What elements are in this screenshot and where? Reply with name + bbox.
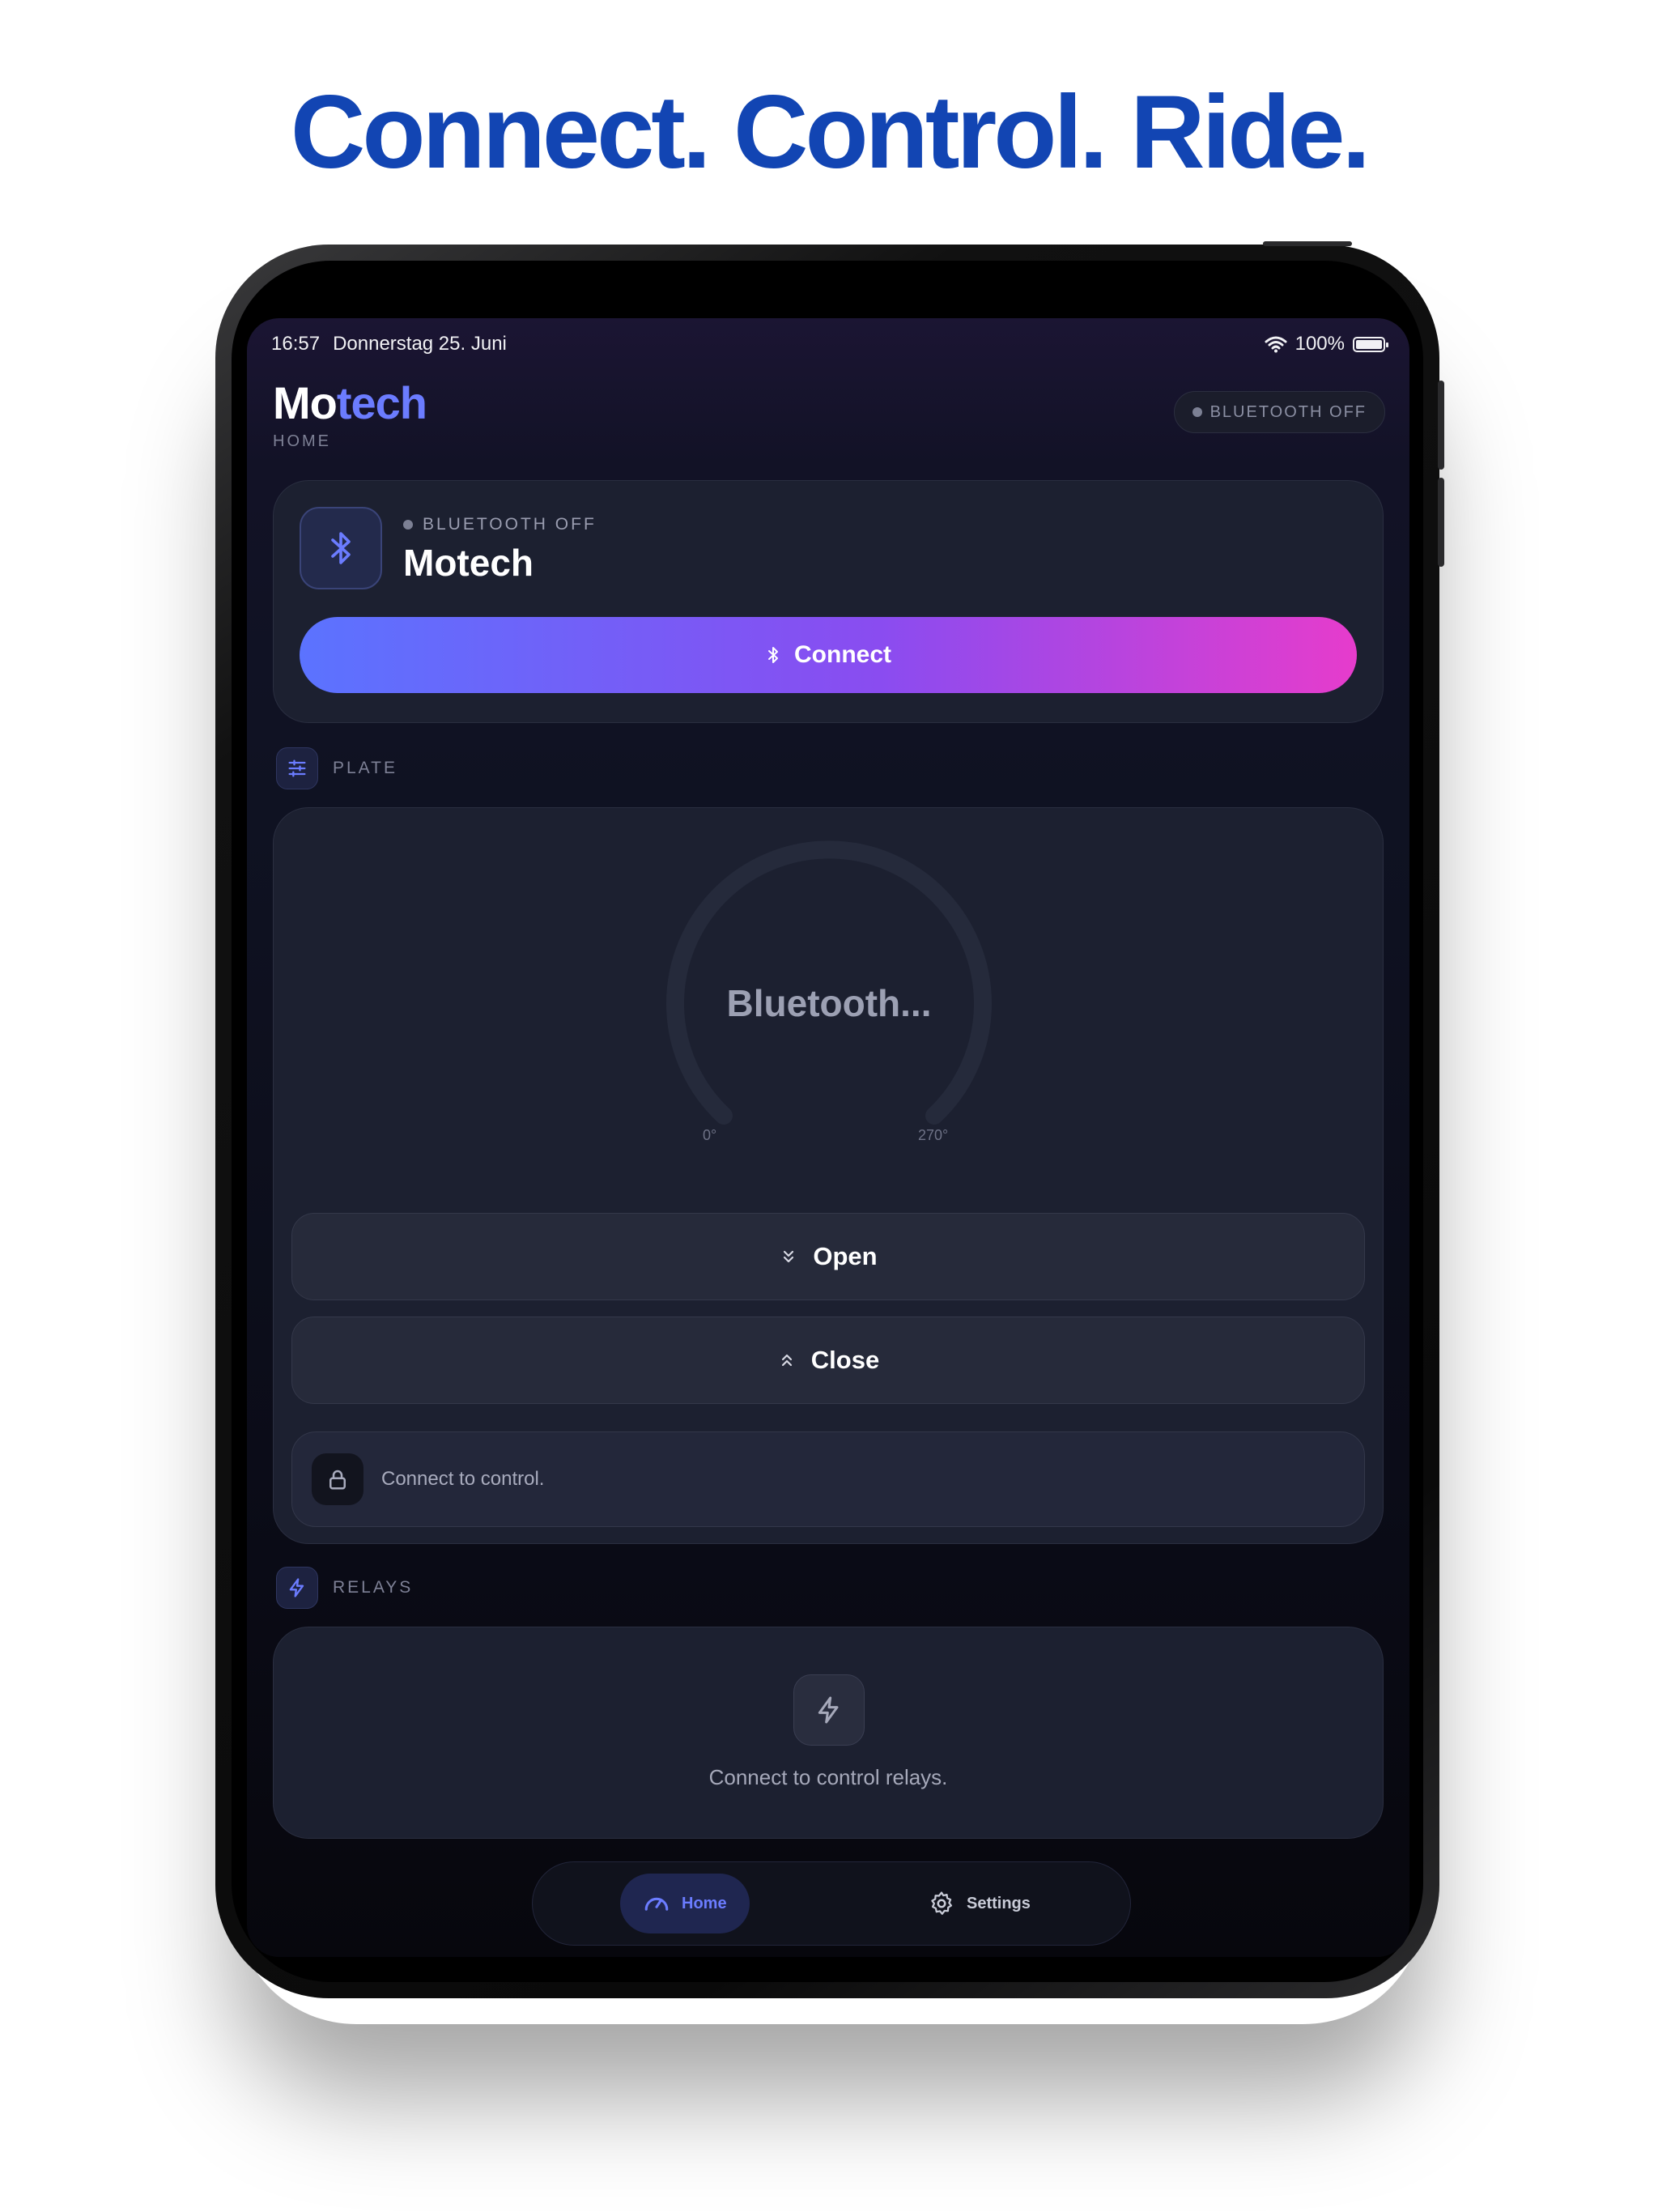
open-button-label: Open [813, 1242, 878, 1270]
status-time: 16:57 [271, 333, 321, 355]
gauge-max-label: 270° [918, 1127, 949, 1143]
device-status-text: BLUETOOTH OFF [423, 515, 597, 534]
lock-icon [312, 1453, 363, 1505]
chevrons-down-icon [784, 1250, 794, 1263]
relays-card: Connect to control relays. [273, 1627, 1384, 1839]
gauge-min-label: 0° [703, 1127, 717, 1143]
status-bar: 16:57 Donnerstag 25. Juni 100% [271, 330, 1388, 359]
bluetooth-icon [300, 507, 382, 589]
app-title-part1: Mo [273, 377, 338, 428]
lock-notice: Connect to control. [291, 1431, 1365, 1527]
app-header: Motech HOME [273, 376, 427, 451]
battery-percent: 100% [1295, 333, 1345, 355]
lock-message: Connect to control. [381, 1468, 545, 1490]
connect-button[interactable]: Connect [300, 617, 1357, 693]
relays-section-label: RELAYS [333, 1578, 414, 1597]
gauge-label: Bluetooth... [726, 982, 932, 1024]
device-status: BLUETOOTH OFF [403, 515, 597, 534]
open-button[interactable]: Open [291, 1213, 1365, 1300]
close-button[interactable]: Close [291, 1317, 1365, 1404]
close-button-label: Close [810, 1346, 880, 1374]
page-subtitle: HOME [273, 432, 331, 450]
sliders-icon [276, 747, 318, 789]
device-name: Motech [403, 542, 534, 584]
battery-icon [1353, 336, 1388, 352]
device-card: BLUETOOTH OFF Motech Connect [273, 480, 1384, 723]
plate-section-label: PLATE [333, 759, 397, 777]
page-headline: Connect. Control. Ride. [290, 74, 1371, 190]
tab-home-label: Home [682, 1894, 727, 1912]
status-date: Donnerstag 25. Juni [333, 333, 507, 355]
bluetooth-icon [768, 647, 778, 663]
app-title-part2: tech [336, 377, 427, 428]
bluetooth-status-badge: BLUETOOTH OFF [1173, 391, 1385, 433]
lightning-icon [793, 1674, 865, 1746]
tab-settings[interactable]: Settings [905, 1874, 1053, 1933]
tab-home[interactable]: Home [620, 1874, 750, 1933]
speedometer-icon [644, 1897, 669, 1911]
plate-card: Bluetooth... 0° 270° Open Close Connect … [273, 807, 1384, 1544]
status-dot-icon [1192, 407, 1202, 417]
app-screen: 16:57 Donnerstag 25. Juni 100% Motech HO… [247, 318, 1409, 1957]
volume-button [1438, 478, 1444, 567]
tab-bar: Home Settings [532, 1861, 1131, 1946]
power-button [1263, 241, 1352, 246]
lightning-icon [276, 1567, 318, 1609]
status-dot-icon [403, 520, 413, 530]
plate-section-header: PLATE [276, 747, 397, 789]
gear-icon [931, 1891, 953, 1915]
connect-button-label: Connect [794, 641, 891, 668]
app-title: Motech [273, 376, 427, 429]
relays-section-header: RELAYS [276, 1567, 413, 1609]
tab-settings-label: Settings [967, 1894, 1031, 1912]
angle-gauge: Bluetooth... 0° 270° [662, 840, 996, 1180]
chevrons-up-icon [781, 1354, 792, 1367]
bluetooth-status-text: BLUETOOTH OFF [1209, 402, 1367, 421]
relays-message: Connect to control relays. [708, 1765, 948, 1789]
volume-button [1438, 381, 1444, 470]
wifi-icon [1265, 336, 1287, 353]
